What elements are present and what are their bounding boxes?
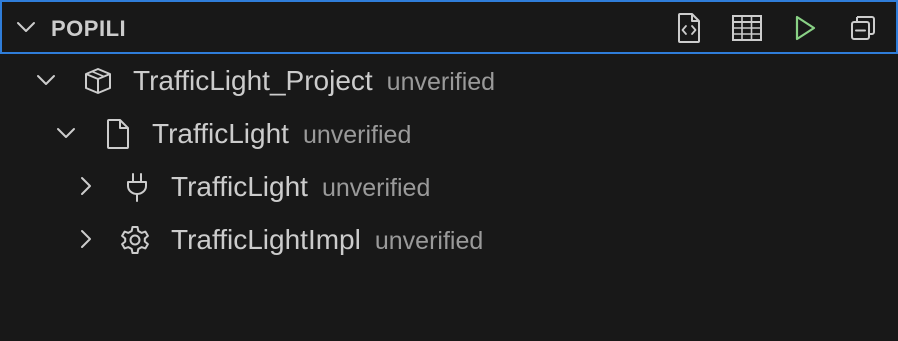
- tree-item-label: TrafficLightImpl unverified: [171, 224, 483, 257]
- tree-item-name: TrafficLight_Project: [133, 65, 373, 96]
- tree-item-label: TrafficLight unverified: [171, 171, 430, 204]
- panel-header[interactable]: POPILI: [0, 0, 898, 54]
- panel-toolbar: [670, 11, 882, 45]
- tree-item-label: TrafficLight unverified: [152, 118, 411, 151]
- tree-item-name: TrafficLight: [152, 118, 289, 149]
- collapse-all-icon: [848, 13, 878, 43]
- chevron-down-icon[interactable]: [12, 13, 40, 41]
- panel-title: POPILI: [51, 16, 127, 41]
- tree-item-label: TrafficLight_Project unverified: [133, 65, 495, 98]
- open-code-button[interactable]: [670, 11, 708, 45]
- tree-item-interface[interactable]: TrafficLight unverified: [0, 160, 898, 213]
- tree-item-name: TrafficLight: [171, 171, 308, 202]
- tree-item-description: unverified: [386, 68, 496, 96]
- tree-view: TrafficLight_Project unverified TrafficLi…: [0, 54, 898, 266]
- run-icon: [792, 14, 818, 42]
- table-icon: [731, 14, 763, 42]
- chevron-down-icon[interactable]: [32, 66, 60, 94]
- tree-item-description: unverified: [321, 174, 431, 202]
- file-icon: [102, 118, 134, 150]
- run-button[interactable]: [786, 11, 824, 45]
- chevron-down-icon[interactable]: [52, 119, 80, 147]
- chevron-right-icon[interactable]: [72, 225, 100, 253]
- package-icon: [82, 65, 114, 97]
- gear-icon: [119, 224, 151, 256]
- collapse-all-button[interactable]: [844, 11, 882, 45]
- code-file-icon: [675, 12, 703, 44]
- tree-item-description: unverified: [302, 121, 412, 149]
- chevron-right-icon[interactable]: [72, 172, 100, 200]
- tree-item-implementation[interactable]: TrafficLightImpl unverified: [0, 213, 898, 266]
- plug-icon: [121, 171, 153, 203]
- tree-item-name: TrafficLightImpl: [171, 224, 361, 255]
- table-view-button[interactable]: [728, 11, 766, 45]
- tree-item-project[interactable]: TrafficLight_Project unverified: [0, 54, 898, 107]
- tree-item-file[interactable]: TrafficLight unverified: [0, 107, 898, 160]
- tree-item-description: unverified: [374, 227, 484, 255]
